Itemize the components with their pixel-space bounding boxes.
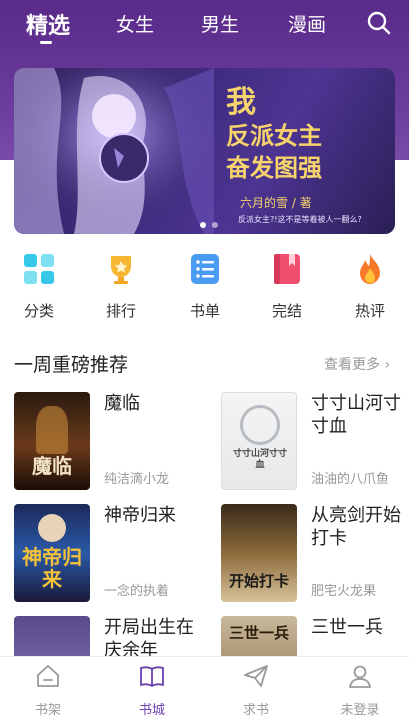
book-cover-text: 寸寸山河寸寸血 <box>232 449 287 470</box>
book-author: 肥宅火龙果 <box>311 584 377 599</box>
bookmark-icon <box>274 254 300 284</box>
grid-icon <box>24 254 54 284</box>
banner-title: 我 反派女主 奋发图强 <box>226 86 386 184</box>
book-author: 一念的执着 <box>104 584 170 599</box>
list-icon <box>191 254 219 284</box>
banner-dot-active[interactable] <box>200 222 206 228</box>
nav-label: 书架 <box>34 703 61 718</box>
banner-dot[interactable] <box>212 222 218 228</box>
category-item-completed[interactable]: 完结 <box>252 248 322 321</box>
category-item-ranking[interactable]: 排行 <box>86 248 156 321</box>
book-title: 三世一兵 <box>311 617 383 638</box>
bottom-navigation: 书架 书城 求书 未登录 <box>0 656 409 719</box>
search-icon[interactable] <box>366 10 392 36</box>
tab-featured[interactable]: 精选 <box>26 8 70 40</box>
trophy-icon <box>111 256 131 284</box>
banner-author: 六月的雪 / 著 <box>240 196 312 210</box>
book-cover: 寸寸山河寸寸血 <box>221 392 297 490</box>
category-label: 排行 <box>105 302 136 320</box>
book-cover-text: 三世一兵 <box>228 624 289 642</box>
category-item-classify[interactable]: 分类 <box>4 248 74 321</box>
book-title: 魔临 <box>104 393 140 414</box>
tab-comics[interactable]: 漫画 <box>288 10 326 37</box>
book-author: 油油的八爪鱼 <box>311 472 390 487</box>
category-label: 书单 <box>189 302 220 320</box>
paper-plane-icon <box>244 665 268 687</box>
banner-illustration <box>14 68 214 234</box>
book-card[interactable]: 魔临 魔临 纯洁滴小龙 <box>14 392 204 492</box>
book-card[interactable]: 寸寸山河寸寸血 寸寸山河寸寸血 油油的八爪鱼 <box>221 392 409 492</box>
nav-bookstore[interactable]: 书城 <box>112 663 192 718</box>
banner-title-line2: 反派女主 <box>226 122 322 150</box>
book-cover-text: 开始打卡 <box>228 572 289 590</box>
category-label: 热评 <box>354 302 385 320</box>
category-shortcuts: 分类 排行 书单 完结 热评 <box>0 248 409 328</box>
book-title: 从亮剑开始打卡 <box>311 505 401 549</box>
book-cover-text: 神帝归来 <box>22 545 82 591</box>
tab-female[interactable]: 女生 <box>116 10 154 37</box>
book-cover-text: 魔临 <box>32 454 72 478</box>
section-title: 一周重磅推荐 <box>14 354 129 376</box>
nav-label: 未登录 <box>340 703 380 718</box>
book-open-icon <box>140 666 164 687</box>
book-author: 纯洁滴小龙 <box>104 472 170 487</box>
tab-male[interactable]: 男生 <box>201 10 239 37</box>
home-icon <box>37 665 59 687</box>
book-cover: 开始打卡 <box>221 504 297 602</box>
user-icon <box>349 665 371 688</box>
book-card[interactable]: 神帝归来 神帝归来 一念的执着 <box>14 504 204 604</box>
book-title: 寸寸山河寸寸血 <box>311 393 401 437</box>
nav-account[interactable]: 未登录 <box>320 663 400 718</box>
flame-icon <box>360 254 380 284</box>
category-item-booklist[interactable]: 书单 <box>170 248 240 321</box>
banner-pagination <box>200 222 218 228</box>
tab-indicator <box>40 41 52 44</box>
category-label: 分类 <box>23 302 54 320</box>
category-label: 完结 <box>271 302 302 320</box>
banner-title-line3: 奋发图强 <box>226 154 322 182</box>
banner-title-line1: 我 <box>226 85 256 120</box>
book-cover: 神帝归来 <box>14 504 90 602</box>
nav-request-book[interactable]: 求书 <box>216 663 296 718</box>
nav-bookshelf[interactable]: 书架 <box>8 663 88 718</box>
banner-subtitle: 反派女主?!这不是等着被人一翻么? <box>238 215 362 224</box>
see-more-link[interactable]: 查看更多 › <box>324 354 390 374</box>
category-item-hot-reviews[interactable]: 热评 <box>335 248 405 321</box>
nav-label: 书城 <box>138 703 165 718</box>
book-card[interactable]: 开始打卡 从亮剑开始打卡 肥宅火龙果 <box>221 504 409 604</box>
book-title: 神帝归来 <box>104 505 176 526</box>
featured-banner[interactable]: 我 反派女主 奋发图强 六月的雪 / 著 反派女主?!这不是等着被人一翻么? <box>14 68 395 234</box>
top-tab-bar: 精选 女生 男生 漫画 <box>0 0 409 52</box>
nav-label: 求书 <box>242 703 269 718</box>
book-cover: 魔临 <box>14 392 90 490</box>
